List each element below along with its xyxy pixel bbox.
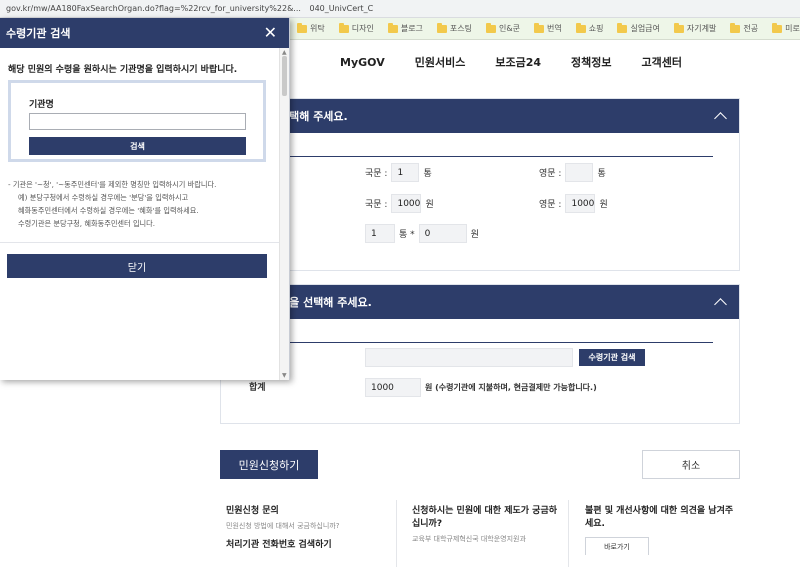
footer-subtitle: 교육부 대학규제혁신국 대학운영지원과: [412, 535, 526, 543]
folder-icon: [436, 22, 447, 33]
nav-mygov[interactable]: MyGOV: [340, 56, 385, 69]
agency-search-button[interactable]: 검색: [29, 137, 246, 155]
modal-header: 수령기관 검색 ✕: [0, 18, 289, 48]
bookmark-item[interactable]: 번역: [529, 22, 567, 34]
agency-search-box: 기관명 검색: [8, 80, 266, 162]
nav-civil-service[interactable]: 민원서비스: [415, 54, 466, 70]
scroll-down-icon[interactable]: ▼: [282, 372, 287, 379]
close-icon[interactable]: ✕: [264, 25, 277, 41]
chevron-up-icon[interactable]: [714, 112, 727, 125]
folder-icon: [338, 22, 349, 33]
footer-divider: [568, 500, 569, 567]
footer-policy: 신청하시는 민원에 대한 제도가 궁금하십니까? 교육부 대학규제혁신국 대학운…: [412, 505, 560, 544]
tab-suffix: 040_UnivCert_C: [309, 4, 374, 13]
bookmark-item[interactable]: 미로: [767, 22, 800, 34]
url-bar[interactable]: gov.kr/mw/AA180FaxSearchOrgan.do?flag=%2…: [0, 0, 800, 18]
search-guide: - 기관은 '~청', '~동주민센터'를 제외한 명칭만 입력하시기 바랍니다…: [8, 178, 276, 230]
korean-fee-value: 1000: [391, 194, 422, 213]
modal-title: 수령기관 검색: [6, 27, 71, 40]
bookmark-item[interactable]: 인&쿤: [481, 22, 525, 34]
bookmark-item[interactable]: 실업급여: [612, 22, 664, 34]
url-text: gov.kr/mw/AA180FaxSearchOrgan.do?flag=%2…: [6, 4, 301, 13]
bookmark-item[interactable]: 포스팅: [432, 22, 477, 34]
close-button[interactable]: 닫기: [7, 254, 267, 278]
total-note: 원 (수령기관에 지불하며, 현금결제만 가능합니다.): [425, 383, 597, 392]
fee-calc-row: 1 통 * 0 원: [365, 224, 479, 243]
feedback-shortcut-button[interactable]: 바로가기: [585, 537, 649, 555]
calc-count: 1: [365, 224, 395, 243]
bookmark-item[interactable]: 위탁: [292, 22, 330, 34]
bookmark-item[interactable]: 디자인: [334, 22, 379, 34]
korean-count-row: 국문 : 1 통: [365, 163, 432, 182]
folder-icon: [486, 22, 497, 33]
folder-icon: [387, 22, 398, 33]
folder-icon: [730, 22, 741, 33]
guide-line: 예) 분당구청에서 수령하실 경우에는 '분당'을 입력하시고: [18, 193, 189, 202]
calc-fee: 0: [418, 224, 467, 243]
folder-icon: [297, 22, 307, 33]
english-count-input[interactable]: [565, 163, 594, 182]
total-value: 1000: [365, 378, 421, 397]
scroll-up-icon[interactable]: ▲: [282, 49, 287, 56]
divider: [279, 342, 713, 343]
folder-icon: [772, 22, 783, 33]
total-row: 1000 원 (수령기관에 지불하며, 현금결제만 가능합니다.): [365, 378, 597, 397]
guide-line: 수령기관은 분당구청, 혜화동주민센터 입니다.: [18, 219, 156, 228]
korean-fee-row: 국문 : 1000 원: [365, 194, 434, 213]
english-fee-value: 1000: [565, 194, 596, 213]
bookmark-item[interactable]: 자기계발: [669, 22, 721, 34]
nav-customer-center[interactable]: 고객센터: [641, 54, 681, 70]
footer-subtitle: 민원신청 방법에 대해서 궁금하십니까?: [226, 522, 340, 530]
bookmark-item[interactable]: 블로그: [383, 22, 428, 34]
bookmark-item[interactable]: 쇼핑: [571, 22, 609, 34]
scroll-thumb[interactable]: [282, 56, 287, 96]
korean-count-input[interactable]: 1: [391, 163, 420, 182]
folder-icon: [575, 22, 586, 33]
guide-line: - 기관은 '~청', '~동주민센터'를 제외한 명칭만 입력하시기 바랍니다…: [8, 180, 217, 189]
nav-policy-info[interactable]: 정책정보: [571, 54, 611, 70]
footer-title: 신청하시는 민원에 대한 제도가 궁금하십니까?: [412, 506, 558, 529]
chevron-up-icon[interactable]: [714, 298, 727, 311]
site-nav: MyGOV 민원서비스 보조금24 정책정보 고객센터: [290, 40, 800, 84]
footer-divider: [396, 500, 397, 567]
divider: [279, 156, 713, 157]
footer-inquiry: 민원신청 문의 민원신청 방법에 대해서 궁금하십니까? 처리기관 전화번호 검…: [226, 505, 386, 550]
agency-search-open-button[interactable]: 수령기관 검색: [579, 349, 645, 366]
agency-name-input[interactable]: [29, 113, 246, 130]
issue-options-panel: 선택해 주세요. 국문 : 1 통 영문 : 통 국문 : 1000 원 영문 …: [220, 98, 740, 271]
folder-icon: [673, 22, 684, 33]
panel-header: 선택해 주세요.: [221, 99, 739, 133]
cancel-button[interactable]: 취소: [642, 450, 740, 479]
folder-icon: [533, 22, 544, 33]
guide-line: 혜화동주민센터에서 수령하실 경우에는 '혜화'를 입력하세요.: [18, 206, 199, 215]
agency-select-row: 수령기관 검색: [365, 348, 645, 367]
footer-feedback: 불편 및 개선사항에 대한 의견을 남겨주세요. 바로가기: [585, 505, 735, 555]
modal-instruction: 해당 민원의 수령을 원하시는 기관명을 입력하시기 바랍니다.: [8, 65, 238, 75]
bookmark-item[interactable]: 전공: [725, 22, 763, 34]
folder-icon: [617, 22, 628, 33]
receiving-agency-panel: 관을 선택해 주세요. 수령기관 검색 합계 1000 원 (수령기관에 지불하…: [220, 284, 740, 424]
nav-subsidy24[interactable]: 보조금24: [495, 54, 541, 70]
english-count-row: 영문 : 통: [539, 163, 606, 182]
agency-search-modal: 수령기관 검색 ✕ 해당 민원의 수령을 원하시는 기관명을 입력하시기 바랍니…: [0, 18, 290, 380]
selected-agency-field: [365, 348, 573, 367]
footer-title: 불편 및 개선사항에 대한 의견을 남겨주세요.: [585, 506, 734, 529]
agency-phone-search-link[interactable]: 처리기관 전화번호 검색하기: [226, 537, 386, 550]
agency-name-label: 기관명: [29, 100, 54, 110]
footer-title: 민원신청 문의: [226, 506, 279, 516]
modal-scrollbar[interactable]: ▲ ▼: [279, 48, 289, 380]
panel-header: 관을 선택해 주세요.: [221, 285, 739, 319]
panel-title: 관을 선택해 주세요.: [279, 296, 372, 309]
modal-divider: [0, 242, 279, 243]
english-fee-row: 영문 : 1000 원: [539, 194, 608, 213]
apply-button[interactable]: 민원신청하기: [220, 450, 318, 479]
total-label: 합계: [249, 383, 266, 393]
